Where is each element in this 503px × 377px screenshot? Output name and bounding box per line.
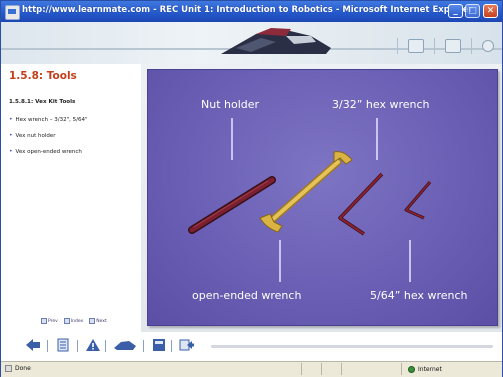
browser-window: http://www.learnmate.com - REC Unit 1: I…	[0, 0, 503, 377]
course-banner	[1, 22, 502, 64]
bullet-icon: •	[9, 116, 13, 123]
bullet-list: • Hex wrench – 3/32", 5/64" • Vex nut hold…	[9, 116, 88, 164]
close-button[interactable]: ✕	[483, 4, 498, 18]
hex332-label: 3/32” hex wrench	[332, 98, 430, 111]
module-icon[interactable]	[408, 39, 424, 53]
next-icon	[89, 318, 96, 324]
banner-icon-group	[397, 37, 494, 55]
notes-icon[interactable]	[55, 338, 71, 352]
separator	[434, 38, 435, 54]
separator	[77, 340, 78, 352]
bullet-icon: •	[9, 132, 13, 139]
nut-holder-label: Nut holder	[201, 98, 260, 111]
hex332-tool	[338, 172, 384, 236]
prev-label: Prev	[48, 318, 58, 324]
page-done-icon	[5, 365, 12, 372]
index-label: Index	[70, 318, 84, 324]
open-wrench-label: open-ended wrench	[192, 289, 302, 302]
separator	[143, 340, 144, 352]
window-title: http://www.learnmate.com - REC Unit 1: I…	[22, 5, 473, 15]
subsection-title: 1.5.8.1: Vex Kit Tools	[9, 99, 76, 105]
index-icon	[63, 318, 70, 324]
status-text: Done	[15, 365, 31, 372]
list-item[interactable]: • Vex nut holder	[9, 132, 88, 139]
exit-icon[interactable]	[179, 338, 195, 352]
ie-page-icon	[5, 5, 20, 20]
next-link[interactable]: Next	[89, 318, 107, 324]
separator	[171, 340, 172, 352]
separator	[105, 340, 106, 352]
glossary-icon[interactable]	[151, 338, 167, 352]
bullet-text: Vex open-ended wrench	[15, 149, 82, 155]
bullet-text: Vex nut holder	[15, 133, 56, 139]
next-label: Next	[96, 318, 107, 324]
nut-holder-tool	[188, 176, 276, 234]
robot-glove-graphic	[221, 28, 331, 54]
bullet-icon: •	[9, 148, 13, 155]
globe-icon	[408, 365, 415, 373]
print-icon[interactable]	[445, 39, 461, 53]
left-panel: 1.5.8: Tools 1.5.8.1: Vex Kit Tools • Hex…	[1, 64, 141, 360]
minimize-button[interactable]: _	[448, 4, 463, 18]
course-toolbar	[1, 332, 502, 360]
robot-icon[interactable]	[113, 338, 137, 352]
title-bar: http://www.learnmate.com - REC Unit 1: I…	[1, 1, 502, 22]
status-cell	[321, 363, 342, 375]
prev-link[interactable]: Prev	[41, 318, 58, 324]
open-wrench-tool	[259, 151, 353, 233]
back-arrow-icon[interactable]	[25, 338, 41, 352]
maximize-button[interactable]: □	[465, 4, 480, 18]
separator	[47, 340, 48, 352]
hex564-tool	[404, 181, 432, 220]
section-title: 1.5.8: Tools	[9, 70, 77, 82]
help-icon[interactable]	[482, 40, 494, 52]
progress-track	[211, 345, 493, 348]
warning-icon[interactable]	[85, 338, 101, 352]
status-cell	[301, 363, 322, 375]
list-item[interactable]: • Vex open-ended wrench	[9, 148, 88, 155]
index-link[interactable]: Index	[63, 318, 84, 324]
separator	[397, 38, 398, 54]
status-cell	[341, 363, 362, 375]
security-zone: Internet	[401, 363, 503, 375]
prev-icon	[41, 318, 47, 324]
list-item[interactable]: • Hex wrench – 3/32", 5/64"	[9, 116, 88, 123]
slide-frame: Nut holder 3/32” hex wrench open-ended w…	[141, 64, 502, 332]
tools-slide: Nut holder 3/32” hex wrench open-ended w…	[147, 69, 498, 326]
status-left: Done	[5, 365, 31, 372]
status-bar: Done Internet	[1, 361, 502, 377]
page-nav: Prev Index Next	[41, 318, 107, 324]
separator	[471, 38, 472, 54]
hex564-label: 5/64” hex wrench	[370, 289, 468, 302]
bullet-text: Hex wrench – 3/32", 5/64"	[15, 117, 88, 123]
zone-text: Internet	[418, 365, 442, 373]
